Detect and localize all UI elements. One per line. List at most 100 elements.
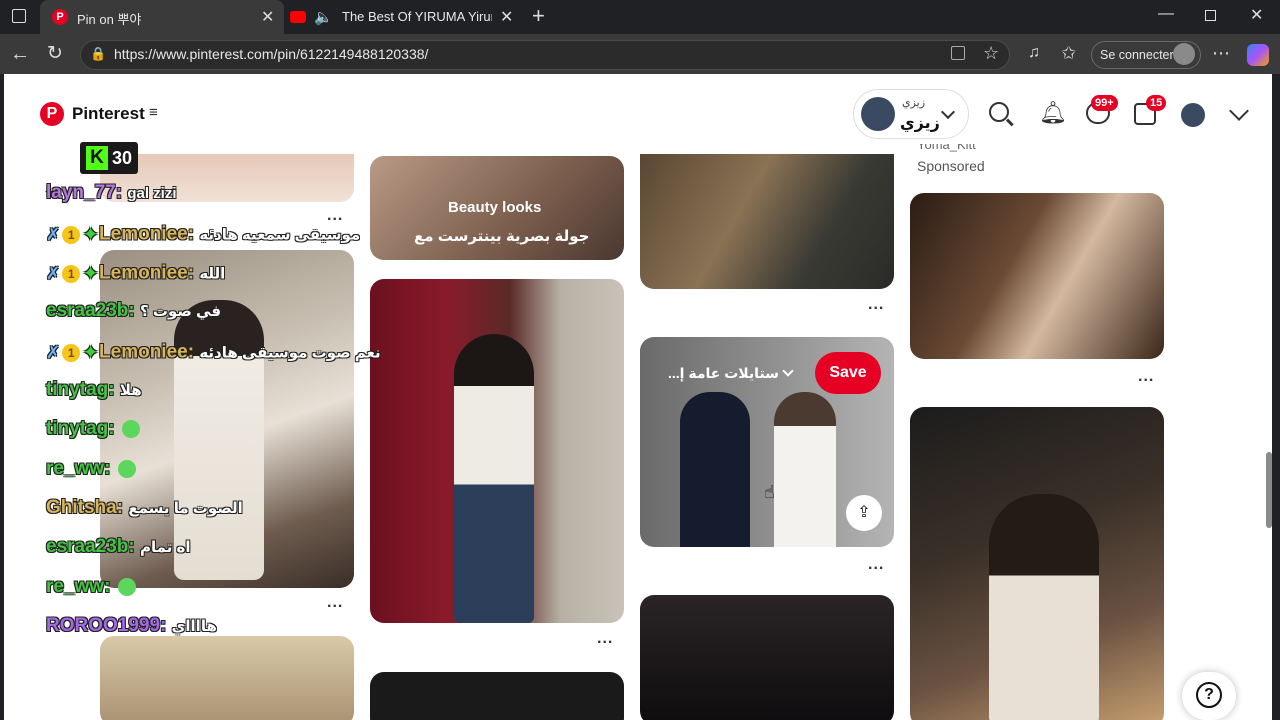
refresh-icon[interactable]: ↻ bbox=[47, 44, 63, 63]
open-in-app-icon[interactable] bbox=[951, 46, 965, 60]
pin-image-sponsored[interactable] bbox=[910, 193, 1164, 359]
chat-username: tinytag bbox=[46, 379, 109, 400]
chat-message: layn_77: gal zizi bbox=[46, 182, 177, 204]
pin-figure bbox=[680, 392, 750, 547]
pin-title: Beauty looks bbox=[448, 199, 542, 216]
account-name-small: زيزي bbox=[902, 97, 926, 109]
sponsor-name[interactable]: Yoma_Kitt bbox=[917, 144, 976, 154]
more-options-icon[interactable]: ... bbox=[868, 556, 884, 574]
chat-separator: : bbox=[187, 223, 200, 245]
chat-separator: : bbox=[128, 300, 141, 321]
chat-username: tinytag bbox=[46, 418, 109, 439]
sparkle-badge-icon: ✦ bbox=[82, 224, 100, 246]
save-button[interactable]: Save bbox=[815, 352, 881, 394]
chat-username: Ghitsha bbox=[46, 497, 117, 518]
tab-youtube[interactable]: 🔈 The Best Of YIRUMA Yiruma's ✕ bbox=[286, 0, 530, 34]
scrollbar[interactable] bbox=[1266, 452, 1272, 528]
close-window-icon[interactable]: ✕ bbox=[1250, 8, 1263, 24]
minimize-icon[interactable]: — bbox=[1158, 6, 1174, 22]
chat-username: layn_77 bbox=[46, 182, 116, 203]
chevron-down-icon[interactable] bbox=[1229, 101, 1249, 121]
chat-separator: : bbox=[104, 458, 116, 479]
chat-text: في صوت ؟ bbox=[140, 303, 222, 320]
chat-text: نعم صوت موسيقى هادئه bbox=[199, 344, 381, 362]
close-tab-icon[interactable]: ✕ bbox=[261, 7, 274, 27]
sword-badge-icon: ✗ bbox=[46, 342, 61, 362]
chat-separator: : bbox=[187, 341, 200, 363]
pin-image[interactable] bbox=[100, 636, 354, 720]
chat-username: Lemoniee bbox=[99, 223, 188, 245]
speaker-icon[interactable]: 🔈 bbox=[314, 8, 333, 26]
coin-badge-icon: 1 bbox=[62, 225, 81, 244]
pin-image[interactable] bbox=[640, 154, 894, 289]
chat-message: ROROO1999: هااااي bbox=[46, 615, 217, 637]
more-options-icon[interactable]: ... bbox=[327, 594, 343, 612]
url-text[interactable]: https://www.pinterest.com/pin/6122149488… bbox=[114, 46, 428, 62]
share-icon[interactable]: ⇪ bbox=[846, 495, 882, 531]
cursor-icon: ☝ bbox=[764, 482, 775, 502]
avatar bbox=[861, 97, 895, 131]
profile-avatar[interactable] bbox=[1181, 103, 1205, 127]
site-info-icon[interactable]: 🔒 bbox=[90, 47, 106, 60]
restore-icon[interactable] bbox=[1205, 10, 1216, 21]
viewer-count: 30 bbox=[112, 148, 133, 168]
chat-username: re_ww bbox=[46, 458, 105, 479]
favorite-star-icon[interactable]: ☆ bbox=[983, 44, 999, 62]
chat-separator: : bbox=[108, 379, 120, 400]
account-name: زيزي bbox=[900, 115, 940, 132]
tab-actions-icon[interactable] bbox=[12, 9, 26, 23]
updates-badge: 15 bbox=[1146, 95, 1167, 111]
chat-text: الصوت ما يسمع bbox=[128, 500, 243, 517]
chat-username: Lemoniee bbox=[99, 262, 188, 284]
sparkle-badge-icon: ✦ bbox=[82, 342, 100, 364]
more-menu-icon[interactable]: ⋯ bbox=[1212, 44, 1230, 62]
bell-icon[interactable]: 🔔︎ bbox=[1039, 100, 1067, 126]
board-selector[interactable]: ...ستايلات عامة إ bbox=[668, 365, 779, 382]
new-tab-icon[interactable]: + bbox=[532, 5, 545, 27]
youtube-icon bbox=[290, 11, 306, 23]
chat-message: ✗ 1 ✦Lemoniee: موسيقى سمعيه هادئه bbox=[46, 222, 360, 247]
back-icon[interactable]: ← bbox=[10, 44, 30, 64]
more-options-icon[interactable]: ... bbox=[868, 296, 884, 314]
chat-message: ✗ 1 ✦Lemoniee: نعم صوت موسيقى هادئه bbox=[46, 340, 381, 365]
chat-message: re_ww: bbox=[46, 576, 136, 598]
tab-title: Pin on 뿌야 bbox=[77, 12, 142, 27]
chat-separator: : bbox=[128, 536, 141, 557]
emote-icon bbox=[117, 577, 136, 596]
chat-message: esraa23b: في صوت ؟ bbox=[46, 300, 221, 322]
sword-badge-icon: ✗ bbox=[46, 224, 61, 244]
tab-pinterest[interactable]: P Pin on 뿌야 ✕ bbox=[40, 0, 284, 34]
copilot-icon[interactable] bbox=[1247, 44, 1269, 66]
chat-username: esraa23b bbox=[46, 300, 129, 321]
pin-image[interactable] bbox=[640, 595, 894, 720]
help-icon[interactable]: ? bbox=[1196, 682, 1222, 708]
chat-username: Lemoniee bbox=[99, 341, 188, 363]
profile-avatar-icon[interactable] bbox=[1173, 43, 1195, 65]
chat-message: ✗ 1 ✦Lemoniee: الله bbox=[46, 261, 225, 286]
logo-text[interactable]: Pinterest bbox=[72, 104, 145, 124]
chat-message: Ghitsha: الصوت ما يسمع bbox=[46, 497, 243, 519]
chat-separator: : bbox=[115, 182, 128, 203]
chat-text: الله bbox=[199, 265, 226, 283]
pinterest-logo-icon[interactable]: P bbox=[40, 102, 64, 126]
pin-figure bbox=[989, 494, 1099, 720]
chat-username: esraa23b bbox=[46, 536, 129, 557]
chat-separator: : bbox=[104, 576, 116, 597]
tab-bar: P Pin on 뿌야 ✕ 🔈 The Best Of YIRUMA Yirum… bbox=[0, 0, 1280, 34]
more-options-icon[interactable]: ... bbox=[597, 630, 613, 648]
menu-icon[interactable]: ≡ bbox=[149, 104, 158, 121]
chat-message: esraa23b: اه تمام bbox=[46, 536, 191, 558]
close-tab-icon[interactable]: ✕ bbox=[500, 7, 513, 27]
chat-username: ROROO1999 bbox=[46, 615, 161, 636]
tab-title: The Best Of YIRUMA Yiruma's bbox=[342, 9, 492, 24]
search-icon-handle bbox=[1006, 118, 1014, 126]
sponsored-label: Sponsored bbox=[917, 158, 985, 174]
pin-image[interactable] bbox=[370, 672, 624, 720]
chat-username: re_ww bbox=[46, 576, 105, 597]
chat-message: tinytag: هلا bbox=[46, 379, 142, 401]
coin-badge-icon: 1 bbox=[62, 264, 81, 283]
pin-subtitle: جولة بصرية بينترست مع bbox=[414, 228, 590, 245]
more-options-icon[interactable]: ... bbox=[1138, 368, 1154, 386]
favorites-icon[interactable]: ✩ bbox=[1061, 44, 1076, 62]
music-icon[interactable]: ♫ bbox=[1028, 45, 1040, 61]
